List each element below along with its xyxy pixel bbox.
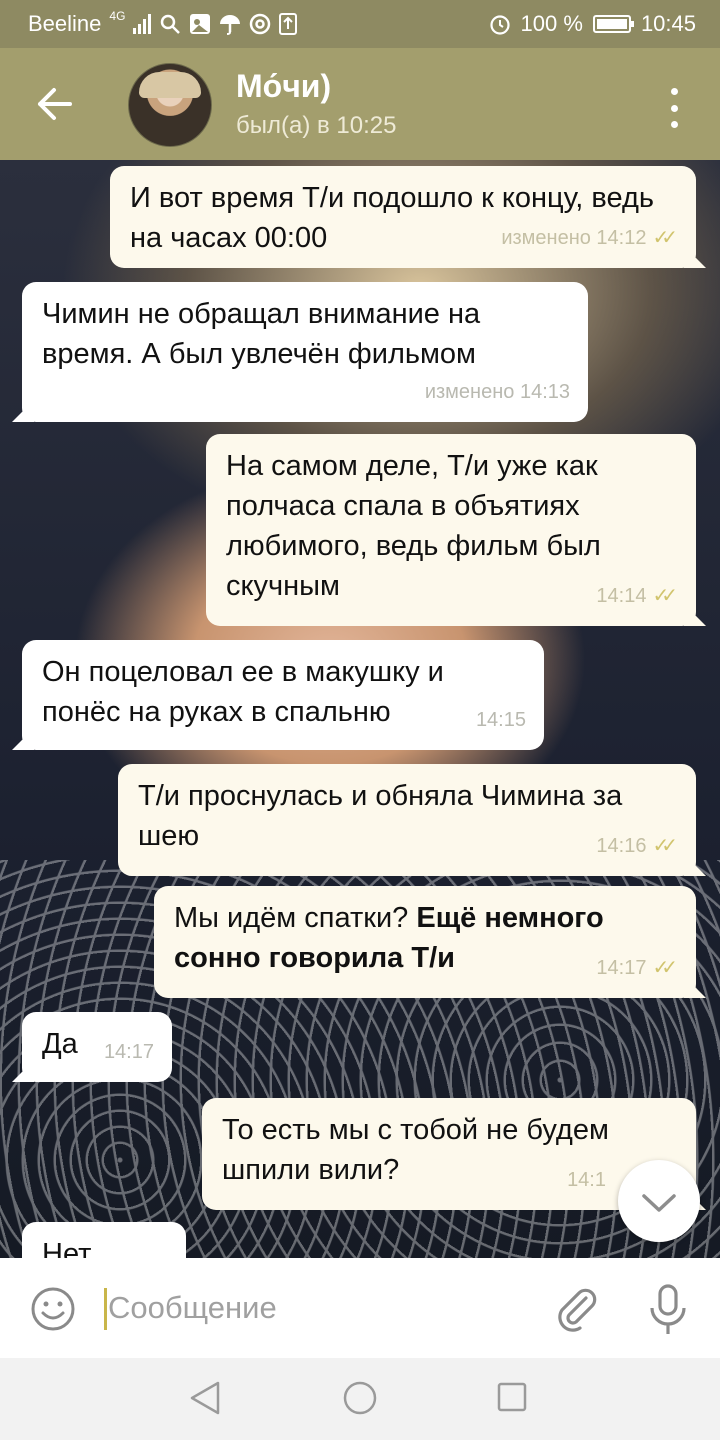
message-bubble[interactable]: На самом деле, Т/и уже как полчаса спала…: [206, 434, 696, 626]
read-ticks-icon: ✓✓: [652, 227, 677, 249]
message-input-bar: Сообщение: [0, 1258, 720, 1358]
more-vert-icon[interactable]: [664, 88, 684, 128]
message-meta: 14:14 ✓✓: [596, 576, 678, 616]
message-time: 14:17: [103, 1041, 154, 1063]
message-bubble[interactable]: Мы идём спатки? Ещё немного сонно говори…: [154, 886, 696, 998]
status-left: Beeline 4G: [28, 9, 298, 37]
image-icon: [190, 14, 211, 34]
battery-percent: 100 %: [520, 11, 583, 36]
alarm-icon: [489, 15, 510, 35]
message-time: изменено 14:12: [501, 227, 647, 249]
message-meta: 14:17 ✓✓: [596, 948, 678, 988]
message-bubble[interactable]: Да 14:17: [22, 1012, 172, 1082]
message-text: То есть мы с тобой не будем шпили вили?: [222, 1114, 609, 1186]
upload-icon: [279, 13, 298, 35]
battery-icon: [592, 15, 634, 33]
attach-icon[interactable]: [552, 1284, 600, 1332]
chevron-down-icon: [642, 1194, 676, 1212]
back-arrow-icon[interactable]: [30, 82, 80, 126]
message-bubble[interactable]: Нет: [22, 1222, 186, 1258]
message-meta: изменено 14:13: [425, 372, 570, 412]
status-bar: Beeline 4G 100 % 10:45: [0, 0, 720, 48]
mic-icon[interactable]: [644, 1282, 692, 1336]
status-right: 100 % 10:45: [489, 11, 696, 37]
carrier-name: Beeline: [28, 11, 102, 36]
message-meta: изменено 14:12 ✓✓: [501, 218, 678, 258]
message-bubble[interactable]: Он поцеловал ее в макушку и понёс на рук…: [22, 640, 544, 750]
message-text: Т/и проснулась и обняла Чимина за шею: [138, 780, 623, 852]
menu-dot: [670, 88, 678, 95]
message-text: Он поцеловал ее в макушку и понёс на рук…: [42, 656, 444, 728]
chat-header: Мо́чи) был(а) в 10:25: [0, 48, 720, 160]
clock: 10:45: [640, 11, 696, 36]
message-time: 14:17: [596, 957, 647, 979]
message-meta: 14:15: [476, 700, 526, 740]
emoji-icon[interactable]: [30, 1286, 76, 1332]
at-icon: [250, 13, 271, 35]
network-type: 4G: [109, 9, 126, 23]
message-meta: 14:1: [567, 1160, 606, 1200]
message-time: 14:16: [596, 835, 647, 857]
umbrella-icon: [220, 15, 241, 35]
message-meta: 14:17: [104, 1032, 154, 1072]
message-time: 14:1: [567, 1169, 606, 1191]
chat-area[interactable]: И вот время Т/и подошло к концу, ведь на…: [0, 160, 720, 1258]
message-input[interactable]: Сообщение: [108, 1290, 277, 1326]
message-time: 14:15: [475, 709, 526, 731]
system-nav-bar: [0, 1358, 720, 1440]
battery-fill: [596, 19, 627, 29]
read-ticks-icon: ✓✓: [652, 585, 677, 607]
message-time: 14:14: [596, 585, 647, 607]
message-meta: 14:16 ✓✓: [596, 826, 678, 866]
read-ticks-icon: ✓✓: [652, 835, 677, 857]
avatar[interactable]: [128, 63, 212, 147]
search-icon: [161, 14, 181, 34]
message-bubble[interactable]: Т/и проснулась и обняла Чимина за шею 14…: [118, 764, 696, 876]
signal-icon: [133, 14, 152, 34]
message-bubble[interactable]: Чимин не обращал внимание на время. А бы…: [22, 282, 588, 422]
nav-home-icon[interactable]: [342, 1380, 378, 1416]
contact-status: был(а) в 10:25: [236, 112, 397, 139]
menu-dot: [670, 104, 678, 112]
message-text: Нет: [42, 1238, 92, 1258]
menu-dot: [670, 121, 678, 128]
nav-recents-icon[interactable]: [497, 1382, 527, 1412]
nav-back-icon[interactable]: [188, 1380, 222, 1416]
avatar-hair: [139, 72, 201, 98]
scroll-down-button[interactable]: [618, 1160, 700, 1242]
message-text: Чимин не обращал внимание на время. А бы…: [42, 298, 481, 370]
contact-name[interactable]: Мо́чи): [236, 68, 331, 105]
text-cursor: [104, 1288, 107, 1330]
message-text-normal: Мы идём спатки?: [174, 902, 417, 934]
message-bubble[interactable]: И вот время Т/и подошло к концу, ведь на…: [110, 166, 696, 268]
message-time: изменено 14:13: [424, 381, 570, 403]
read-ticks-icon: ✓✓: [652, 957, 677, 979]
